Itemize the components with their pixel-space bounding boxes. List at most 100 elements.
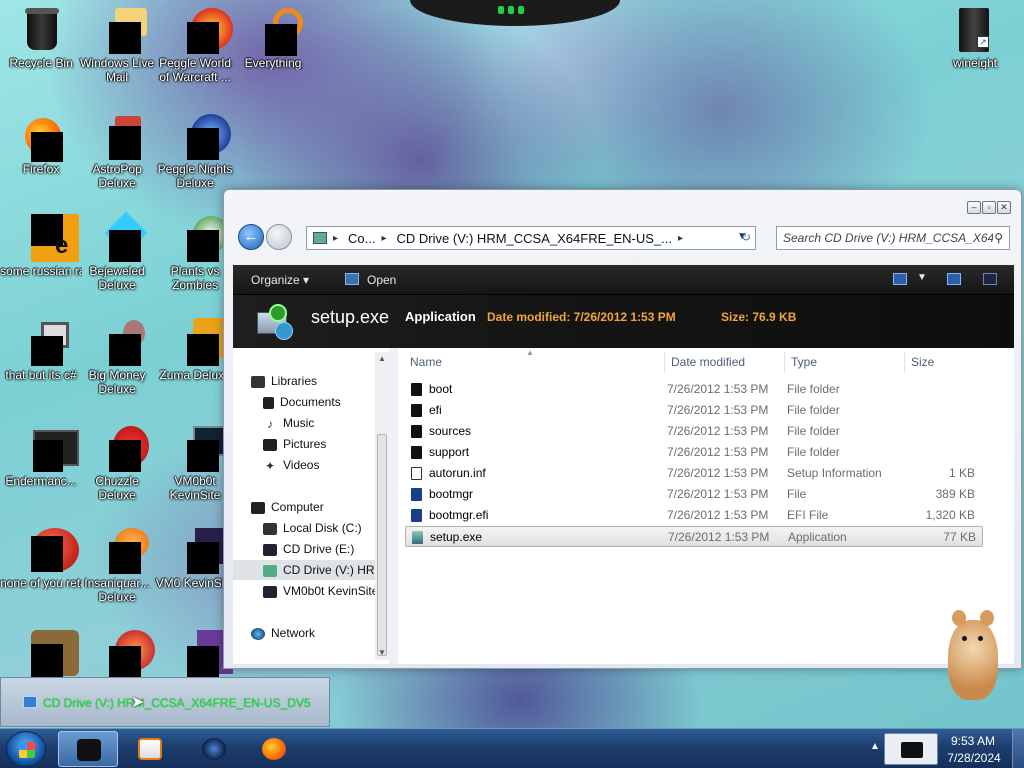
- clock-time[interactable]: 9:53 AM: [948, 734, 998, 748]
- table-row-selected[interactable]: setup.exe 7/26/2012 1:53 PM Application …: [405, 526, 983, 547]
- column-divider[interactable]: [904, 352, 905, 372]
- desktop-icon-none-of-you[interactable]: none of you retards kno...: [0, 526, 82, 590]
- start-button[interactable]: [6, 731, 46, 767]
- desktop-icon-label: Recycle Bin: [9, 56, 73, 70]
- navigation-pane: Libraries Documents ♪ Music Pictures ✦ Vid…: [233, 348, 389, 664]
- breadcrumb-separator[interactable]: ▸: [678, 233, 683, 244]
- search-input[interactable]: Search CD Drive (V:) HRM_CCSA_X64... ⚲: [776, 226, 1010, 250]
- breadcrumb-separator[interactable]: ▸: [333, 233, 338, 244]
- column-header-type[interactable]: Type: [791, 352, 817, 372]
- desktop-icon-insaniquarium[interactable]: Insaniquar... Deluxe: [76, 526, 158, 604]
- desktop-icon-firefox[interactable]: Firefox: [0, 112, 82, 176]
- file-type: File folder: [787, 445, 840, 459]
- recycle-bin-icon: [17, 6, 65, 54]
- tree-item-music[interactable]: ♪ Music: [263, 413, 314, 433]
- file-type: File folder: [787, 403, 840, 417]
- column-header-date[interactable]: Date modified: [671, 352, 745, 372]
- organize-button[interactable]: Organize ▾: [251, 273, 309, 287]
- drive-tooltip-popup[interactable]: CD Drive (V:) HRM_CCSA_X64FRE_EN-US_DV5 …: [0, 677, 330, 727]
- desktop-icon-russian-rat[interactable]: e some russian ran a rat: [0, 214, 82, 278]
- address-bar[interactable]: ▸ Co... ▸ CD Drive (V:) HRM_CCSA_X64FRE_…: [306, 226, 756, 250]
- desktop-icon-partial-2[interactable]: [76, 630, 158, 678]
- tree-item-label: Documents: [280, 395, 341, 409]
- table-row[interactable]: support 7/26/2012 1:53 PM File folder: [405, 442, 983, 463]
- desktop-icon-peggle-wow[interactable]: Peggle World of Warcraft ...: [154, 6, 236, 84]
- help-icon[interactable]: [983, 273, 997, 285]
- tree-item-label: VM0b0t KevinSite: [283, 584, 379, 598]
- clock-date[interactable]: 7/28/2024: [946, 751, 1002, 765]
- details-file-name: setup.exe: [311, 307, 390, 327]
- back-button[interactable]: ←: [238, 224, 264, 250]
- minimize-button[interactable]: –: [967, 201, 981, 214]
- tree-item-cd-drive-v[interactable]: CD Drive (V:) HRM: [233, 560, 385, 580]
- game-icon: [171, 112, 231, 160]
- view-chevron-down-icon[interactable]: ▼: [917, 272, 927, 283]
- refresh-icon[interactable]: ↻: [741, 230, 751, 244]
- shortcut-app-icon: [17, 630, 79, 678]
- table-row[interactable]: efi 7/26/2012 1:53 PM File folder: [405, 400, 983, 421]
- search-icon[interactable]: ⚲: [994, 231, 1003, 245]
- tree-item-pictures[interactable]: Pictures: [263, 434, 326, 454]
- taskbar-explorer-button[interactable]: [58, 731, 118, 767]
- details-file-type: Application: [405, 309, 476, 324]
- view-options-icon[interactable]: [893, 273, 907, 285]
- open-button[interactable]: Open: [367, 273, 396, 287]
- desktop-icon-enderman[interactable]: Endermanc...: [0, 424, 82, 488]
- firefox-icon: [17, 112, 65, 162]
- taskbar-globe-button[interactable]: [184, 731, 244, 767]
- maximize-button[interactable]: ▫: [982, 201, 996, 214]
- column-header-name[interactable]: Name: [410, 352, 442, 372]
- tree-item-computer[interactable]: Computer: [251, 497, 324, 517]
- computer-icon: [251, 501, 265, 514]
- tree-item-libraries[interactable]: Libraries: [251, 371, 317, 391]
- column-divider[interactable]: [664, 352, 665, 372]
- scroll-down-icon[interactable]: ▼: [378, 648, 386, 657]
- desktop-icon-label: none of you retards kno...: [0, 576, 82, 590]
- search-placeholder: Search CD Drive (V:) HRM_CCSA_X64...: [783, 231, 993, 245]
- tree-item-network[interactable]: Network: [251, 623, 315, 643]
- tray-app-icon[interactable]: [884, 733, 938, 765]
- desktop-icon-wineight[interactable]: ↗ wineight: [934, 6, 1016, 70]
- column-header-size[interactable]: Size: [911, 352, 934, 372]
- desktop-icon-partial[interactable]: [0, 630, 82, 678]
- game-icon: [93, 318, 145, 366]
- column-divider[interactable]: [784, 352, 785, 372]
- desktop-icon-big-money[interactable]: Big Money Deluxe: [76, 318, 158, 396]
- show-hidden-icons-icon[interactable]: ▲: [870, 741, 880, 752]
- table-row[interactable]: bootmgr 7/26/2012 1:53 PM File 389 KB: [405, 484, 983, 505]
- forward-button[interactable]: [266, 224, 292, 250]
- taskbar-firefox-button[interactable]: [244, 731, 304, 767]
- desktop-icon-bejeweled[interactable]: Bejeweled Deluxe: [76, 211, 158, 292]
- tree-item-cd-drive-e[interactable]: CD Drive (E:): [263, 539, 354, 559]
- pane-splitter[interactable]: [389, 348, 398, 664]
- taskbar: ▲ 9:53 AM 7/28/2024: [0, 728, 1024, 768]
- table-row[interactable]: autorun.inf 7/26/2012 1:53 PM Setup Info…: [405, 463, 983, 484]
- desktop-icon-peggle-nights[interactable]: Peggle Nights Deluxe: [154, 112, 236, 190]
- scrollbar-thumb[interactable]: [377, 434, 387, 656]
- desktop-icon-chuzzle[interactable]: Chuzzle Deluxe: [76, 424, 158, 502]
- breadcrumb-cd-drive[interactable]: CD Drive (V:) HRM_CCSA_X64FRE_EN-US_...: [397, 231, 672, 246]
- desktop-icon-windows-live-mail[interactable]: Windows Live Mail: [76, 6, 158, 84]
- desktop-icon-recycle-bin[interactable]: Recycle Bin: [0, 6, 82, 70]
- scroll-up-icon[interactable]: ▲: [378, 354, 386, 363]
- details-pane: setup.exe Application Date modified: 7/2…: [233, 295, 1014, 348]
- table-row[interactable]: bootmgr.efi 7/26/2012 1:53 PM EFI File 1…: [405, 505, 983, 526]
- shortcut-app-icon: [17, 526, 79, 574]
- desktop-icon-everything[interactable]: Everything: [232, 6, 314, 70]
- breadcrumb-separator[interactable]: ▸: [382, 233, 387, 244]
- tree-item-documents[interactable]: Documents: [263, 392, 341, 412]
- taskbar-media-player-button[interactable]: [120, 731, 180, 767]
- desktop-icon-that-but-its-csharp[interactable]: that but its c#: [0, 318, 82, 382]
- desktop-icon-astropop[interactable]: AstroPop Deluxe: [76, 112, 158, 190]
- show-desktop-button[interactable]: [1012, 729, 1024, 768]
- close-button[interactable]: ✕: [997, 201, 1011, 214]
- nav-pane-scrollbar[interactable]: ▲ ▼: [375, 352, 389, 660]
- table-row[interactable]: boot 7/26/2012 1:53 PM File folder: [405, 379, 983, 400]
- breadcrumb-computer[interactable]: Co...: [348, 231, 375, 246]
- tree-item-videos[interactable]: ✦ Videos: [263, 455, 319, 475]
- preview-pane-icon[interactable]: [947, 273, 961, 285]
- tree-item-local-disk-c[interactable]: Local Disk (C:): [263, 518, 362, 538]
- tree-item-vm0b0t-kevinsite[interactable]: VM0b0t KevinSite: [263, 581, 378, 601]
- table-row[interactable]: sources 7/26/2012 1:53 PM File folder: [405, 421, 983, 442]
- cd-drive-icon: [263, 543, 277, 556]
